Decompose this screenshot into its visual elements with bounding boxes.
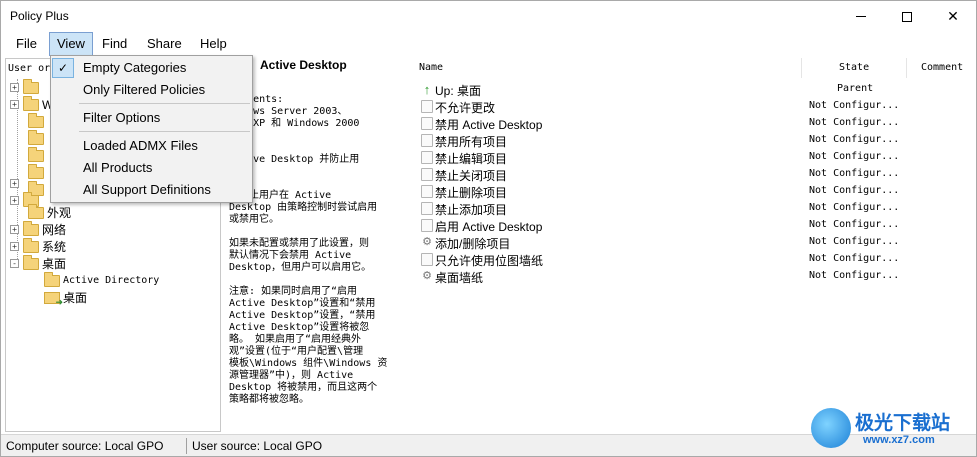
window-title: Policy Plus — [10, 9, 69, 23]
list-item[interactable]: ⚙ 桌面墙纸 Not Configur... — [416, 268, 976, 285]
policy-doc-icon — [421, 168, 433, 181]
column-header-name[interactable]: Name — [419, 62, 443, 73]
menu-help[interactable]: Help — [193, 32, 234, 56]
policy-doc-icon — [421, 185, 433, 198]
list-item[interactable]: 不允许更改 Not Configur... — [416, 98, 976, 115]
folder-icon — [28, 129, 44, 145]
list-item[interactable]: 禁止关闭项目 Not Configur... — [416, 166, 976, 183]
list-item[interactable]: 禁用 Active Desktop Not Configur... — [416, 115, 976, 132]
list-item[interactable]: 禁止编辑项目 Not Configur... — [416, 149, 976, 166]
close-button[interactable]: ✕ — [930, 1, 976, 32]
minimize-button[interactable] — [838, 1, 884, 32]
menu-separator — [79, 103, 250, 104]
tree-item[interactable]: + — [10, 78, 42, 96]
gear-icon: ⚙ — [422, 236, 432, 248]
tree-item-active-directory[interactable]: Active Directory — [44, 271, 159, 289]
computer-source-status[interactable]: Computer source: Local GPO — [6, 439, 163, 453]
tree-item-appearance[interactable]: 外观 — [28, 203, 71, 221]
policy-doc-icon — [421, 253, 433, 266]
folder-icon — [44, 271, 60, 287]
list-item-up[interactable]: ↑ Up: 桌面 Parent — [416, 81, 976, 98]
view-menu-dropdown: ✓ Empty Categories Only Filtered Policie… — [50, 55, 253, 203]
folder-open-icon — [44, 291, 63, 308]
expand-icon[interactable]: + — [10, 242, 19, 251]
folder-icon — [28, 112, 44, 128]
maximize-icon — [902, 11, 912, 22]
folder-icon — [23, 254, 39, 270]
column-header-comment[interactable]: Comment — [921, 62, 963, 73]
main-window: Policy Plus ✕ File View Find Share Help … — [0, 0, 977, 457]
up-arrow-icon: ↑ — [423, 82, 431, 97]
tree-item[interactable]: + W — [10, 95, 53, 113]
list-item[interactable]: ⚙ 添加/删除项目 Not Configur... — [416, 234, 976, 251]
expand-icon[interactable]: + — [10, 225, 19, 234]
menu-item-loaded-admx-files[interactable]: Loaded ADMX Files — [51, 135, 252, 157]
tree-item-desktop-selected[interactable]: 桌面 — [44, 289, 87, 308]
minimize-icon — [856, 16, 866, 17]
folder-icon — [28, 146, 44, 162]
checkmark-icon: ✓ — [52, 58, 74, 78]
menu-item-all-support-definitions[interactable]: All Support Definitions — [51, 179, 252, 201]
close-icon: ✕ — [947, 8, 959, 24]
tree-item-desktop[interactable]: - 桌面 — [10, 254, 66, 272]
menu-bar: File View Find Share Help — [1, 32, 976, 56]
list-item[interactable]: 禁止添加项目 Not Configur... — [416, 200, 976, 217]
tree-item[interactable] — [28, 163, 47, 181]
policy-doc-icon — [421, 202, 433, 215]
list-item[interactable]: 禁用所有项目 Not Configur... — [416, 132, 976, 149]
folder-icon — [28, 163, 44, 179]
folder-icon — [28, 203, 44, 219]
title-bar[interactable]: Policy Plus ✕ — [1, 1, 976, 32]
column-separator[interactable] — [906, 58, 907, 78]
menu-item-filter-options[interactable]: Filter Options — [51, 107, 252, 129]
policy-doc-icon — [421, 134, 433, 147]
policy-list[interactable]: Name State Comment ↑ Up: 桌面 Parent 不允许更改… — [416, 58, 976, 432]
policy-doc-icon — [421, 219, 433, 232]
tree-item[interactable] — [28, 112, 47, 130]
policy-doc-icon — [421, 117, 433, 130]
policy-doc-icon — [421, 151, 433, 164]
menu-item-empty-categories[interactable]: ✓ Empty Categories — [51, 57, 252, 79]
list-item[interactable]: 只允许使用位图墙纸 Not Configur... — [416, 251, 976, 268]
expand-icon[interactable]: + — [10, 83, 19, 92]
collapse-icon[interactable]: - — [10, 259, 19, 268]
expand-icon[interactable]: + — [10, 100, 19, 109]
menu-view[interactable]: View — [49, 32, 93, 56]
column-header-state[interactable]: State — [839, 62, 869, 73]
menu-find[interactable]: Find — [95, 32, 134, 56]
watermark: 极光下载站 www.xz7.com — [811, 406, 971, 450]
menu-share[interactable]: Share — [140, 32, 189, 56]
tree-item-network[interactable]: + 网络 — [10, 220, 66, 238]
watermark-logo-icon — [811, 408, 851, 448]
menu-separator — [79, 131, 250, 132]
gear-icon: ⚙ — [422, 270, 432, 282]
folder-icon — [23, 95, 39, 111]
tree-item[interactable] — [28, 129, 47, 147]
column-separator[interactable] — [801, 58, 802, 78]
expand-icon[interactable]: + — [10, 196, 19, 205]
tree-item[interactable]: + — [10, 175, 23, 192]
status-separator — [186, 438, 187, 454]
user-source-status[interactable]: User source: Local GPO — [192, 439, 322, 453]
tree-item-system[interactable]: + 系统 — [10, 237, 66, 255]
expand-icon[interactable]: + — [10, 179, 19, 188]
maximize-button[interactable] — [884, 1, 930, 32]
folder-icon — [23, 220, 39, 236]
list-item[interactable]: 启用 Active Desktop Not Configur... — [416, 217, 976, 234]
folder-icon — [23, 78, 39, 94]
policy-title: Active Desktop — [260, 58, 347, 72]
tree-item[interactable] — [28, 146, 47, 164]
folder-icon — [23, 237, 39, 253]
policy-description: irements: indows Server 2003、 ows XP 和 W… — [229, 94, 388, 405]
policy-doc-icon — [421, 100, 433, 113]
list-item[interactable]: 禁止删除项目 Not Configur... — [416, 183, 976, 200]
menu-item-all-products[interactable]: All Products — [51, 157, 252, 179]
menu-file[interactable]: File — [9, 32, 44, 56]
menu-item-only-filtered-policies[interactable]: Only Filtered Policies — [51, 79, 252, 101]
